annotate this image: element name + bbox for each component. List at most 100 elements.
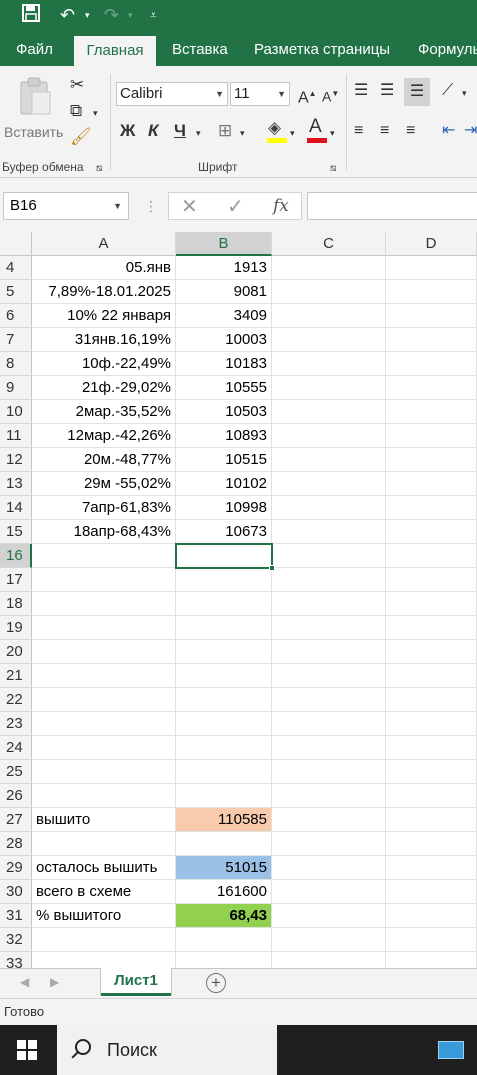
- customize-toolbar-icon[interactable]: ⩡: [150, 4, 157, 26]
- increase-font-icon[interactable]: A▲: [298, 83, 317, 109]
- cell-b[interactable]: 10515: [176, 448, 272, 472]
- decrease-font-icon[interactable]: A▼: [322, 83, 339, 108]
- cell-a[interactable]: 29м -55,02%: [32, 472, 176, 496]
- cell-b[interactable]: [176, 568, 272, 592]
- cell-d[interactable]: [386, 928, 477, 952]
- cell-a[interactable]: [32, 640, 176, 664]
- cell-c[interactable]: [272, 304, 386, 328]
- cell-c[interactable]: [272, 856, 386, 880]
- row-header[interactable]: 6: [0, 304, 32, 328]
- cell-c[interactable]: [272, 256, 386, 280]
- font-color-dropdown-icon[interactable]: ▾: [330, 122, 335, 144]
- cell-b[interactable]: 161600: [176, 880, 272, 904]
- cell-d[interactable]: [386, 784, 477, 808]
- cell-c[interactable]: [272, 616, 386, 640]
- cell-a[interactable]: 12мар.-42,26%: [32, 424, 176, 448]
- formula-bar-resize-handle[interactable]: ⋮: [144, 198, 158, 215]
- row-header[interactable]: 9: [0, 376, 32, 400]
- cell-b[interactable]: [176, 664, 272, 688]
- row-header[interactable]: 24: [0, 736, 32, 760]
- row-header[interactable]: 30: [0, 880, 32, 904]
- font-launcher-icon[interactable]: ⧅: [330, 158, 336, 180]
- row-header[interactable]: 27: [0, 808, 32, 832]
- row-header[interactable]: 15: [0, 520, 32, 544]
- cell-b[interactable]: 10503: [176, 400, 272, 424]
- cell-d[interactable]: [386, 808, 477, 832]
- cell-c[interactable]: [272, 376, 386, 400]
- cell-d[interactable]: [386, 496, 477, 520]
- column-header-d[interactable]: D: [386, 232, 477, 256]
- worksheet-grid[interactable]: A B C D 4 05.янв 1913 5 7,89%-18.01.2025 9081…: [0, 232, 477, 968]
- cell-d[interactable]: [386, 544, 477, 568]
- decrease-indent-icon[interactable]: ⇤: [442, 120, 455, 142]
- row-header[interactable]: 20: [0, 640, 32, 664]
- cell-a[interactable]: 21ф.-29,02%: [32, 376, 176, 400]
- orientation-dropdown-icon[interactable]: ▾: [462, 82, 467, 104]
- row-header[interactable]: 32: [0, 928, 32, 952]
- cell-d[interactable]: [386, 688, 477, 712]
- align-middle-icon[interactable]: ☰: [380, 80, 394, 102]
- sheet-tab-list1[interactable]: Лист1: [101, 968, 171, 996]
- cell-d[interactable]: [386, 712, 477, 736]
- row-header[interactable]: 25: [0, 760, 32, 784]
- insert-function-icon[interactable]: fx: [273, 196, 289, 216]
- cell-c[interactable]: [272, 448, 386, 472]
- row-header[interactable]: 17: [0, 568, 32, 592]
- font-family-select[interactable]: Calibri ▼: [116, 82, 228, 106]
- cell-c[interactable]: [272, 928, 386, 952]
- formula-input[interactable]: [307, 192, 477, 220]
- row-header[interactable]: 26: [0, 784, 32, 808]
- row-header[interactable]: 23: [0, 712, 32, 736]
- cell-b[interactable]: [176, 736, 272, 760]
- font-color-icon[interactable]: A: [306, 116, 328, 144]
- cell-b[interactable]: [176, 712, 272, 736]
- underline-dropdown-icon[interactable]: ▾: [196, 122, 201, 144]
- cell-c[interactable]: [272, 760, 386, 784]
- confirm-entry-icon[interactable]: ✓: [227, 194, 244, 219]
- row-header[interactable]: 5: [0, 280, 32, 304]
- next-sheet-icon[interactable]: ▶: [50, 975, 59, 989]
- align-left-icon[interactable]: ≡: [354, 120, 363, 142]
- cell-c[interactable]: [272, 688, 386, 712]
- cell-a[interactable]: 05.янв: [32, 256, 176, 280]
- cell-a[interactable]: [32, 760, 176, 784]
- tab-formulas[interactable]: Формулы: [418, 32, 477, 66]
- tab-insert[interactable]: Вставка: [172, 32, 228, 66]
- cell-b[interactable]: 10102: [176, 472, 272, 496]
- fill-color-dropdown-icon[interactable]: ▾: [290, 122, 295, 144]
- cell-a[interactable]: [32, 952, 176, 968]
- cell-d[interactable]: [386, 760, 477, 784]
- column-header-c[interactable]: C: [272, 232, 386, 256]
- cell-d[interactable]: [386, 448, 477, 472]
- cell-d[interactable]: [386, 880, 477, 904]
- cell-a[interactable]: вышито: [32, 808, 176, 832]
- cell-d[interactable]: [386, 568, 477, 592]
- increase-indent-icon[interactable]: ⇥: [464, 120, 477, 142]
- row-header[interactable]: 19: [0, 616, 32, 640]
- cell-a[interactable]: 10% 22 января: [32, 304, 176, 328]
- cell-b[interactable]: [176, 760, 272, 784]
- tab-file[interactable]: Файл: [16, 32, 53, 66]
- name-box[interactable]: B16 ▼: [3, 192, 129, 220]
- cell-b[interactable]: 10003: [176, 328, 272, 352]
- cell-d[interactable]: [386, 520, 477, 544]
- cell-b[interactable]: 1913: [176, 256, 272, 280]
- row-header[interactable]: 21: [0, 664, 32, 688]
- cell-b[interactable]: [176, 928, 272, 952]
- cell-b[interactable]: [176, 592, 272, 616]
- cell-d[interactable]: [386, 280, 477, 304]
- cell-a[interactable]: [32, 568, 176, 592]
- column-header-a[interactable]: A: [32, 232, 176, 256]
- cell-a[interactable]: [32, 688, 176, 712]
- row-header[interactable]: 8: [0, 352, 32, 376]
- cell-a[interactable]: [32, 928, 176, 952]
- row-header[interactable]: 28: [0, 832, 32, 856]
- cell-b[interactable]: 68,43: [176, 904, 272, 928]
- paste-button[interactable]: Вставить: [4, 72, 66, 150]
- cell-b[interactable]: 9081: [176, 280, 272, 304]
- cell-d[interactable]: [386, 616, 477, 640]
- notification-icon[interactable]: [438, 1041, 464, 1059]
- cell-a[interactable]: всего в схеме: [32, 880, 176, 904]
- cell-a[interactable]: 10ф.-22,49%: [32, 352, 176, 376]
- cell-d[interactable]: [386, 904, 477, 928]
